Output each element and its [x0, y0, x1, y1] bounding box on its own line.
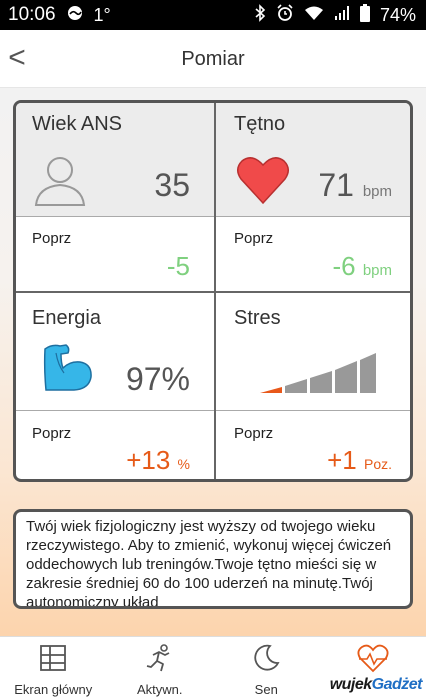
flexed-arm-icon — [42, 343, 94, 398]
watermark-part2: Gadżet — [371, 676, 423, 693]
stress-level-segment — [285, 379, 307, 393]
stress-label: Stres — [234, 307, 281, 329]
heart-divider — [216, 216, 410, 217]
bluetooth-icon — [254, 3, 266, 27]
watermark-part1: wujek — [329, 676, 372, 693]
battery-percent: 74% — [379, 4, 416, 25]
home-panels-icon — [38, 643, 68, 678]
ans-label: Wiek ANS — [32, 113, 123, 135]
tab-home[interactable]: Ekran główny — [0, 637, 107, 700]
ans-delta: -5 — [166, 251, 190, 281]
stress-prev-label: Poprz — [234, 425, 274, 442]
stress-delta-group: +1 Poz. — [327, 445, 392, 476]
heart-icon — [236, 155, 290, 210]
stress-level-segment — [260, 387, 282, 393]
heart-label: Tętno — [234, 113, 286, 135]
tab-sleep[interactable]: Sen — [213, 637, 320, 700]
battery-icon — [359, 3, 370, 27]
tab-activity-label: Aktywn. — [136, 682, 183, 697]
energy-divider — [16, 410, 214, 411]
grid-divider-horizontal — [16, 291, 410, 293]
info-text-box[interactable]: Twój wiek fizjologiczny jest wyższy od t… — [13, 509, 413, 609]
stress-level-segment — [310, 371, 332, 393]
heart-pulse-icon — [357, 643, 389, 678]
status-temperature: 1° — [93, 4, 111, 25]
heart-delta-group: -6 bpm — [332, 251, 392, 282]
stress-level-bars-icon — [260, 349, 376, 400]
ans-divider — [16, 216, 214, 217]
energy-value: 97% — [125, 361, 190, 397]
metrics-grid: Wiek ANS 35 Poprz -5 Tętno 71 bpm Poprz … — [13, 100, 413, 482]
heart-value: 71 — [318, 167, 354, 203]
measurement-content: Wiek ANS 35 Poprz -5 Tętno 71 bpm Poprz … — [0, 88, 426, 636]
stress-level-segment — [360, 353, 376, 393]
running-person-icon — [145, 643, 175, 678]
alarm-icon — [276, 3, 294, 27]
heart-value-group: 71 bpm — [318, 167, 392, 204]
stress-level-segment — [335, 361, 357, 393]
energy-delta-group: +13 % — [126, 445, 190, 476]
energy-delta: +13 — [126, 445, 171, 475]
tab-sleep-label: Sen — [254, 682, 278, 697]
ans-value: 35 — [154, 167, 190, 203]
status-bar: 10:06 1° 74% — [0, 0, 426, 30]
info-text: Twój wiek fizjologiczny jest wyższy od t… — [26, 518, 392, 609]
energy-label: Energia — [32, 307, 101, 329]
status-time: 10:06 — [8, 4, 56, 25]
person-icon — [32, 153, 88, 212]
moon-icon — [251, 643, 281, 678]
stress-divider — [216, 410, 410, 411]
energy-prev-label: Poprz — [32, 425, 72, 442]
heart-unit: bpm — [362, 183, 392, 200]
signal-icon — [334, 5, 350, 26]
stress-delta-unit: Poz. — [363, 456, 392, 472]
heart-delta-unit: bpm — [362, 262, 392, 279]
heart-prev-label: Poprz — [234, 230, 274, 247]
app-header: < Pomiar — [0, 30, 426, 88]
tab-activity[interactable]: Aktywn. — [107, 637, 214, 700]
weather-icon — [66, 4, 84, 27]
heart-delta: -6 — [332, 251, 356, 281]
page-title: Pomiar — [181, 48, 245, 70]
wifi-icon — [304, 5, 324, 26]
stress-delta: +1 — [327, 445, 357, 475]
tab-home-label: Ekran główny — [14, 682, 93, 697]
watermark-logo: wujekGadżet — [329, 676, 423, 694]
energy-delta-unit: % — [177, 456, 190, 472]
ans-prev-label: Poprz — [32, 230, 72, 247]
